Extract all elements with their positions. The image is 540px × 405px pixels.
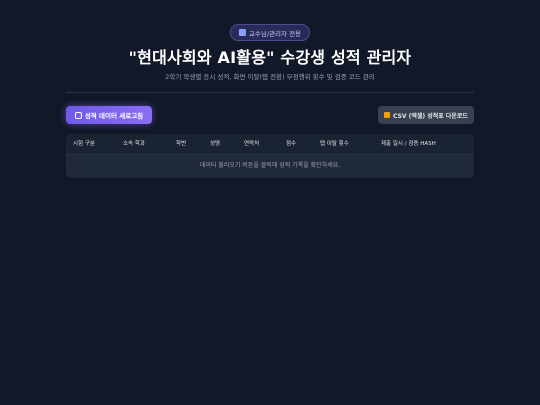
admin-only-badge: 교수님/관리자 전용 (229, 24, 311, 41)
page-subtitle: 2학기 학생별 응시 성적, 화면 이탈(탭 전환) 부정행위 횟수 및 검증 … (165, 73, 375, 81)
column-header: 시험 구분 (73, 141, 95, 147)
badge-label: 교수님/관리자 전용 (248, 29, 302, 38)
grades-table: 시험 구분 소속 학과 학번 성명 연락처 점수 탭 이탈 횟수 제출 일시 /… (66, 134, 474, 178)
column-header: 성명 (210, 141, 221, 147)
column-header: 학번 (176, 141, 187, 147)
column-header: 점수 (286, 141, 297, 147)
page-title: "현대사회와 AI활용" 수강생 성적 관리자 (128, 48, 412, 67)
column-header: 소속 학과 (123, 141, 145, 147)
refresh-icon (74, 111, 82, 119)
empty-state-message: 데이터 불러오기 버튼을 클릭해 성적 기록을 확인하세요. (199, 162, 341, 169)
column-header: 탭 이탈 횟수 (320, 141, 349, 147)
refresh-grades-button[interactable]: 성적 데이터 새로고침 (66, 106, 152, 124)
column-header: 연락처 (244, 141, 260, 147)
csv-button-label: CSV (엑셀) 성적표 다운로드 (393, 112, 468, 120)
header-divider (66, 92, 474, 93)
refresh-button-label: 성적 데이터 새로고침 (84, 112, 144, 120)
column-header: 제출 일시 / 검증 HASH (381, 141, 436, 147)
table-header: 시험 구분 소속 학과 학번 성명 연락처 점수 탭 이탈 횟수 제출 일시 /… (66, 134, 474, 155)
csv-download-button[interactable]: CSV (엑셀) 성적표 다운로드 (378, 106, 474, 124)
chart-icon (238, 29, 246, 36)
download-icon (384, 112, 391, 118)
